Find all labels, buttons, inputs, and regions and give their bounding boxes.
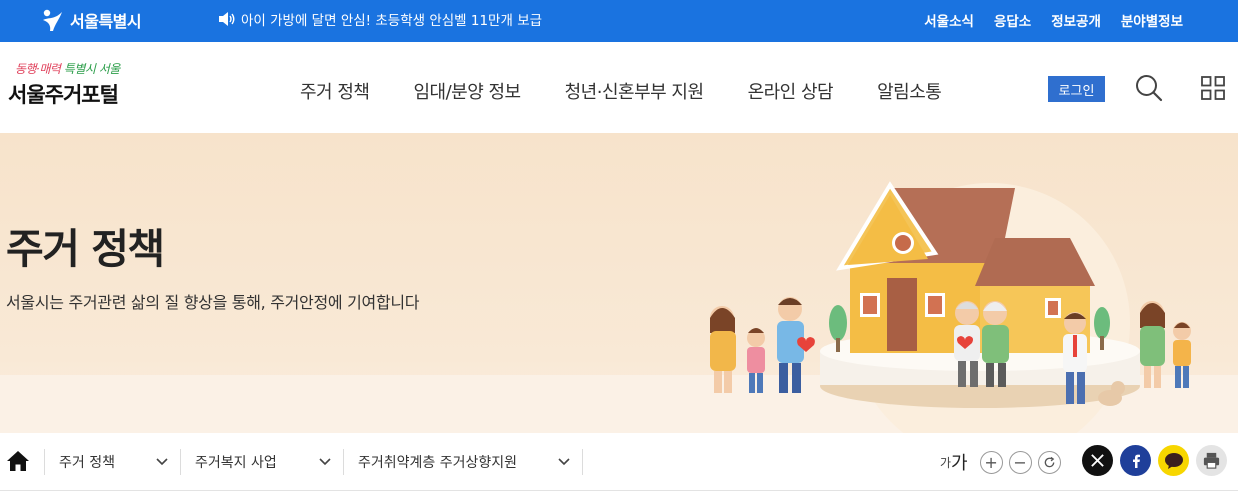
slogan: 동행·매력 특별시 서울: [15, 60, 120, 77]
login-button[interactable]: 로그인: [1048, 76, 1105, 102]
share-x-button[interactable]: [1082, 445, 1113, 476]
breadcrumb-depth2-label: 주거복지 사업: [195, 455, 277, 471]
portal-logo[interactable]: 동행·매력 특별시 서울 서울주거포털: [8, 60, 120, 109]
breadcrumb-divider: [582, 449, 583, 475]
font-size-controls: 가 가 + −: [940, 449, 1061, 475]
seoul-symbol-icon: [43, 9, 62, 31]
home-button[interactable]: [6, 450, 30, 472]
site-header: 동행·매력 특별시 서울 서울주거포털 주거 정책 임대/분양 정보 청년·신혼…: [0, 42, 1238, 133]
chevron-down-icon: [156, 458, 168, 466]
breadcrumb-depth1[interactable]: 주거 정책: [44, 449, 180, 475]
nav-youth-newlywed[interactable]: 청년·신혼부부 지원: [565, 78, 704, 104]
breadcrumb-depth3[interactable]: 주거취약계층 주거상향지원: [343, 449, 582, 475]
search-button[interactable]: [1134, 73, 1164, 103]
kakaotalk-icon: [1164, 452, 1183, 469]
notice-ticker[interactable]: 아이 가방에 달면 안심! 초등학생 안심벨 11만개 보급: [218, 9, 542, 29]
zoom-in-button[interactable]: +: [979, 450, 1003, 474]
zoom-reset-button[interactable]: [1037, 450, 1061, 474]
top-bar: 서울특별시 아이 가방에 달면 안심! 초등학생 안심벨 11만개 보급 서울소…: [0, 0, 1238, 42]
quick-link-eungdapso[interactable]: 응답소: [994, 10, 1031, 30]
nav-rental-sale[interactable]: 임대/분양 정보: [413, 78, 521, 104]
quick-link-open-info[interactable]: 정보공개: [1051, 10, 1101, 30]
facebook-logo-icon: [1132, 454, 1140, 468]
notice-text: 아이 가방에 달면 안심! 초등학생 안심벨 11만개 보급: [241, 13, 543, 29]
chevron-down-icon: [558, 458, 570, 466]
slogan-part-b: 특별시 서울: [63, 62, 121, 76]
share-buttons: [1082, 445, 1227, 476]
nav-notice[interactable]: 알림소통: [877, 78, 942, 104]
seoul-city-name: 서울특별시: [70, 12, 142, 31]
hero-banner: 주거 정책 서울시는 주거관련 삶의 질 향상을 통해, 주거안정에 기여합니다: [0, 133, 1238, 433]
house-family-illustration: [710, 181, 1191, 433]
printer-icon: [1203, 452, 1220, 469]
nav-housing-policy[interactable]: 주거 정책: [300, 78, 370, 104]
nav-online-counsel[interactable]: 온라인 상담: [748, 78, 834, 104]
grid-menu-icon: [1201, 76, 1225, 100]
x-logo-icon: [1091, 454, 1104, 467]
main-nav: 주거 정책 임대/분양 정보 청년·신혼부부 지원 온라인 상담 알림소통: [300, 78, 985, 104]
breadcrumb-depth1-label: 주거 정책: [59, 455, 115, 471]
slogan-part-a: 동행·매력: [15, 62, 64, 76]
location-bar: 주거 정책 주거복지 사업 주거취약계층 주거상향지원 가 가 + −: [0, 433, 1238, 491]
home-icon: [7, 451, 29, 471]
portal-name: 서울주거포털: [8, 83, 119, 107]
font-size-label-big: 가: [951, 453, 968, 474]
zoom-out-button[interactable]: −: [1008, 450, 1032, 474]
seoul-city-logo[interactable]: 서울특별시: [40, 6, 142, 34]
page-title: 주거 정책: [6, 225, 165, 273]
all-menu-button[interactable]: [1200, 75, 1226, 101]
share-facebook-button[interactable]: [1120, 445, 1151, 476]
quick-link-news[interactable]: 서울소식: [924, 10, 974, 30]
breadcrumb-depth2[interactable]: 주거복지 사업: [180, 449, 343, 475]
search-icon: [1136, 75, 1163, 102]
share-kakaotalk-button[interactable]: [1158, 445, 1189, 476]
speaker-icon: [219, 12, 235, 26]
quick-link-field-info[interactable]: 분야별정보: [1121, 10, 1183, 30]
quick-links: 서울소식 응답소 정보공개 분야별정보: [924, 10, 1183, 30]
page-subtitle: 서울시는 주거관련 삶의 질 향상을 통해, 주거안정에 기여합니다: [6, 293, 420, 312]
chevron-down-icon: [319, 458, 331, 466]
breadcrumb-depth3-label: 주거취약계층 주거상향지원: [358, 455, 518, 471]
font-size-label-small: 가: [940, 455, 952, 470]
refresh-icon: [1044, 456, 1054, 467]
print-button[interactable]: [1196, 445, 1227, 476]
